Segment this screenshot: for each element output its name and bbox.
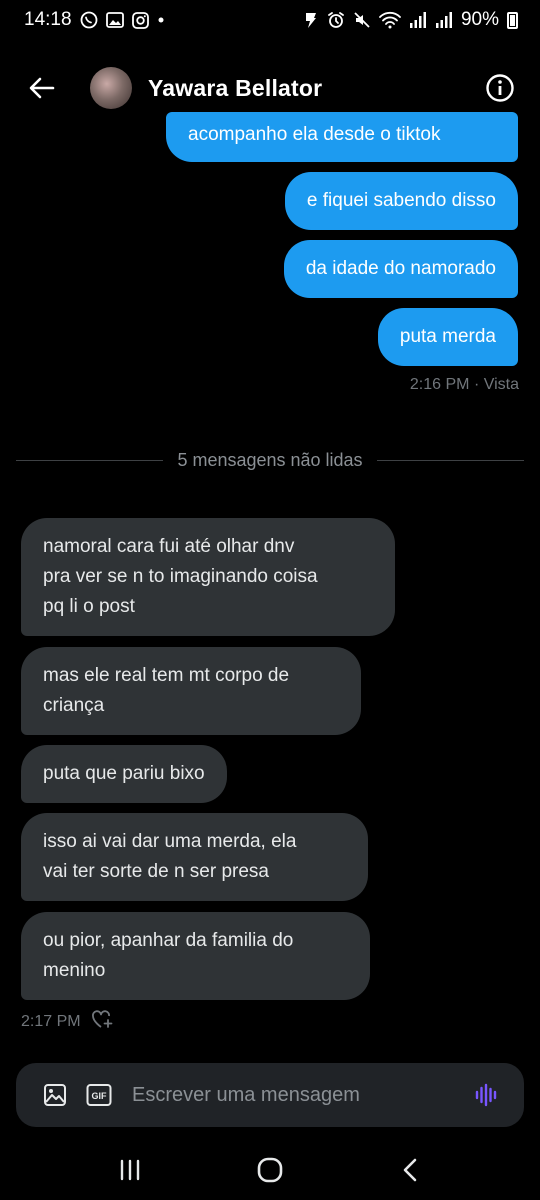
message-input[interactable]	[128, 1083, 470, 1107]
message-line: isso ai vai dar uma merda, ela	[43, 831, 297, 852]
svg-text:GIF: GIF	[92, 1091, 108, 1101]
received-message[interactable]: namoral cara fui até olhar dnv pra ver s…	[21, 518, 395, 636]
add-reaction-icon[interactable]	[91, 1009, 115, 1034]
message-line: mas ele real tem mt corpo de	[43, 665, 290, 686]
message-list[interactable]: acompanho ela desde o tiktok e fiquei sa…	[0, 112, 540, 1038]
wifi-icon	[379, 11, 401, 29]
avatar[interactable]	[90, 67, 132, 109]
battery-percent: 90%	[460, 9, 499, 30]
image-button[interactable]	[40, 1080, 70, 1110]
status-bar-right: 90%	[303, 9, 518, 31]
message-line: menino	[43, 960, 106, 981]
message-line: pq li o post	[43, 596, 135, 617]
message-line: namoral cara fui até olhar dnv	[43, 536, 295, 557]
received-message[interactable]: isso ai vai dar uma merda, ela vai ter s…	[21, 813, 368, 901]
message-line: pra ver se n to imaginando coisa	[43, 566, 318, 587]
status-time: 14:18	[24, 9, 72, 30]
alarm-icon	[327, 11, 345, 29]
battery-icon	[507, 11, 518, 29]
home-button[interactable]	[240, 1145, 300, 1195]
received-timestamp: 2:17 PM	[21, 1012, 81, 1030]
recent-apps-button[interactable]	[100, 1145, 160, 1195]
voice-waveform-icon	[475, 1083, 497, 1107]
alarm-app-icon	[303, 11, 319, 29]
sent-timestamp: 2:16 PM · Vista	[409, 376, 519, 393]
message-composer: GIF	[16, 1063, 524, 1127]
home-icon	[257, 1157, 283, 1183]
sent-message[interactable]: acompanho ela desde o tiktok	[166, 112, 518, 162]
mute-icon	[353, 11, 371, 29]
gif-button[interactable]: GIF	[84, 1080, 114, 1110]
signal-icon	[409, 11, 427, 29]
gallery-icon	[105, 12, 124, 28]
contact-name[interactable]: Yawara Bellator	[148, 75, 480, 102]
info-button[interactable]	[480, 68, 520, 108]
whatsapp-icon	[80, 11, 98, 29]
gif-icon: GIF	[86, 1084, 112, 1106]
instagram-icon	[131, 11, 149, 29]
message-line: criança	[43, 695, 105, 716]
sent-message[interactable]: da idade do namorado	[283, 240, 518, 298]
message-line: ou pior, apanhar da familia do	[43, 930, 294, 951]
arrow-left-icon	[29, 77, 55, 99]
system-nav-bar	[0, 1140, 540, 1200]
unread-divider: 5 mensagens não lidas	[16, 448, 524, 472]
signal-icon	[435, 11, 453, 29]
dot-icon	[157, 16, 165, 24]
status-bar: 14:18 90%	[0, 0, 540, 40]
message-line: puta que pariu bixo	[43, 763, 205, 784]
info-circle-icon	[486, 74, 514, 102]
image-icon	[44, 1084, 66, 1106]
divider-line	[376, 459, 524, 461]
recent-apps-icon	[120, 1159, 140, 1181]
voice-message-button[interactable]	[470, 1078, 504, 1112]
received-message[interactable]: mas ele real tem mt corpo de criança	[21, 647, 361, 735]
status-bar-left: 14:18	[24, 9, 165, 31]
back-button[interactable]	[20, 66, 64, 110]
message-line: vai ter sorte de n ser presa	[43, 861, 269, 882]
back-icon	[403, 1158, 417, 1182]
divider-line	[16, 459, 164, 461]
unread-label: 5 mensagens não lidas	[177, 449, 363, 470]
sent-message[interactable]: e fiquei sabendo disso	[284, 172, 518, 230]
system-back-button[interactable]	[380, 1145, 440, 1195]
received-message[interactable]: ou pior, apanhar da familia do menino	[21, 912, 370, 1000]
sent-message[interactable]: puta merda	[377, 308, 518, 366]
received-meta: 2:17 PM	[21, 1009, 115, 1034]
received-message[interactable]: puta que pariu bixo	[21, 745, 227, 803]
